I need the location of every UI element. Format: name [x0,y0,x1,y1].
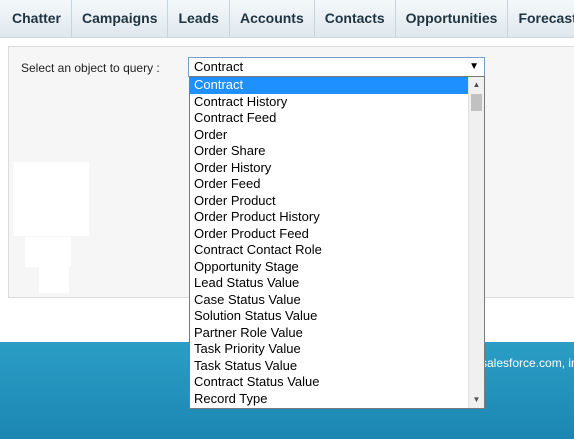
dropdown-option[interactable]: Order Product Feed [190,226,468,243]
object-select-label: Select an object to query : [21,61,160,75]
dropdown-option[interactable]: Contract [190,77,468,94]
chevron-down-icon[interactable]: ▼ [469,58,479,76]
dropdown-scrollbar[interactable]: ▲ ▼ [468,77,484,408]
dropdown-option[interactable]: Partner Role Value [190,325,468,342]
object-dropdown-list[interactable]: Contract Contract History Contract Feed Ord… [189,76,485,409]
dropdown-option[interactable]: Lead Status Value [190,275,468,292]
tab-opportunities[interactable]: Opportunities [396,0,509,37]
dropdown-option[interactable]: Order Feed [190,176,468,193]
dropdown-option[interactable]: Contract Contact Role [190,242,468,259]
dropdown-option[interactable]: Order History [190,160,468,177]
dropdown-option[interactable]: Contract Status Value [190,374,468,391]
dropdown-option[interactable]: Case Status Value [190,292,468,309]
image-placeholder [13,162,89,236]
dropdown-option[interactable]: Task Status Value [190,358,468,375]
footer-copyright: salesforce.com, in [481,356,574,370]
dropdown-option[interactable]: Contract Feed [190,110,468,127]
tab-campaigns[interactable]: Campaigns [72,0,169,37]
scroll-up-arrow-icon[interactable]: ▲ [469,77,484,93]
dropdown-option[interactable]: Order Product History [190,209,468,226]
scroll-down-arrow-icon[interactable]: ▼ [469,392,484,408]
image-placeholder-base [39,257,69,293]
tab-accounts[interactable]: Accounts [230,0,315,37]
dropdown-option[interactable]: Task Priority Value [190,341,468,358]
dropdown-option[interactable]: Order Product [190,193,468,210]
tab-leads[interactable]: Leads [168,0,230,37]
dropdown-option[interactable]: Contract History [190,94,468,111]
tab-chatter[interactable]: Chatter [0,0,73,37]
tab-forecasts[interactable]: Forecasts [508,0,574,37]
dropdown-option[interactable]: Opportunity Stage [190,259,468,276]
object-select-value: Contract [194,59,244,74]
scrollbar-thumb[interactable] [471,94,482,111]
tab-contacts[interactable]: Contacts [315,0,396,37]
dropdown-option[interactable]: Record Type [190,391,468,408]
dropdown-option[interactable]: Order [190,127,468,144]
object-select[interactable]: Contract ▼ [188,57,485,77]
dropdown-option[interactable]: Order Share [190,143,468,160]
dropdown-options: Contract Contract History Contract Feed Ord… [190,77,468,407]
top-nav-bar: Chatter Campaigns Leads Accounts Contacts Opp… [0,0,574,38]
dropdown-option[interactable]: Solution Status Value [190,308,468,325]
